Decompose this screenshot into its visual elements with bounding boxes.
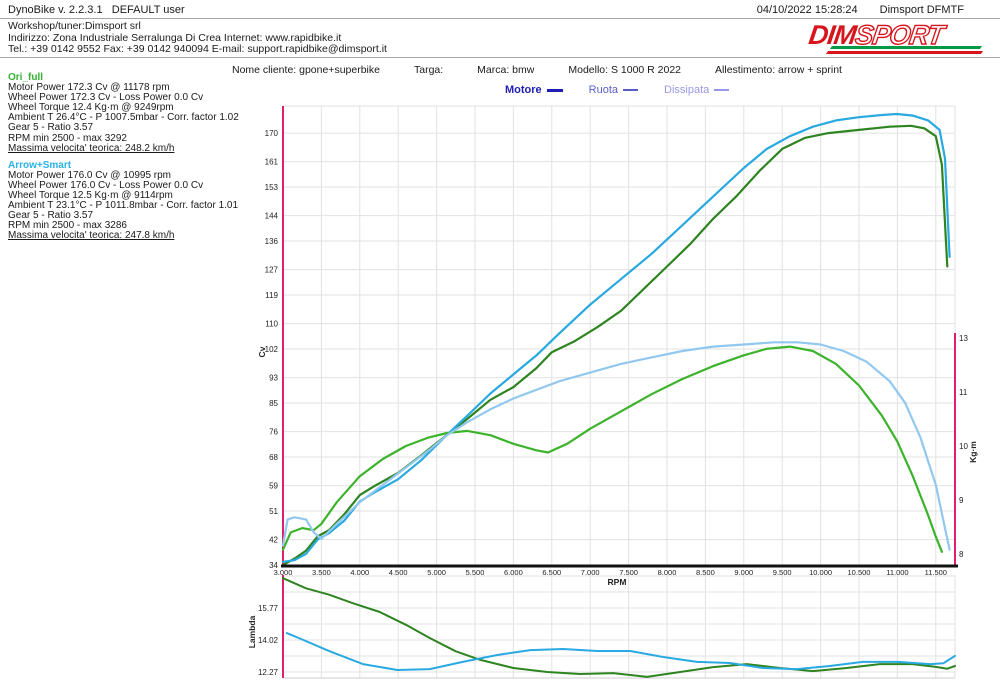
series-arrow+smart-motor-power bbox=[283, 114, 950, 562]
svg-text:110: 110 bbox=[265, 320, 278, 329]
power-torque-chart: 1701611531441361271191101029385766859514… bbox=[257, 106, 978, 587]
svg-text:15.77: 15.77 bbox=[258, 604, 279, 613]
svg-text:RPM: RPM bbox=[608, 577, 627, 587]
svg-text:144: 144 bbox=[265, 212, 279, 221]
svg-text:14.02: 14.02 bbox=[258, 636, 279, 645]
svg-text:51: 51 bbox=[269, 507, 278, 516]
svg-text:136: 136 bbox=[265, 237, 279, 246]
svg-text:170: 170 bbox=[265, 129, 279, 138]
svg-text:127: 127 bbox=[265, 266, 279, 275]
svg-text:93: 93 bbox=[269, 374, 278, 383]
svg-text:68: 68 bbox=[269, 453, 278, 462]
svg-text:13: 13 bbox=[959, 334, 968, 343]
svg-text:11: 11 bbox=[959, 388, 968, 397]
svg-text:12.27: 12.27 bbox=[258, 668, 279, 677]
dynobike-window: { "header": { "app_version": "DynoBike v… bbox=[0, 0, 1000, 686]
svg-text:59: 59 bbox=[269, 482, 278, 491]
series-arrow+smart-lambda bbox=[287, 633, 955, 670]
svg-text:153: 153 bbox=[265, 183, 279, 192]
svg-text:Cv: Cv bbox=[257, 346, 267, 357]
svg-text:161: 161 bbox=[265, 158, 279, 167]
svg-text:85: 85 bbox=[269, 399, 278, 408]
lambda-chart: 15.77 14.02 12.27 Lambda bbox=[247, 575, 955, 678]
series-arrow+smart-wheel-torque bbox=[283, 342, 950, 549]
svg-text:119: 119 bbox=[265, 291, 278, 300]
dyno-charts-canvas: 1701611531441361271191101029385766859514… bbox=[0, 0, 1000, 686]
svg-text:Kg·m: Kg·m bbox=[968, 441, 978, 463]
svg-text:Lambda: Lambda bbox=[247, 615, 257, 648]
svg-text:42: 42 bbox=[269, 536, 278, 545]
series-ori_full-motor-power bbox=[283, 126, 947, 565]
svg-text:76: 76 bbox=[269, 428, 278, 437]
svg-text:9: 9 bbox=[959, 496, 964, 505]
svg-text:8: 8 bbox=[959, 550, 964, 559]
